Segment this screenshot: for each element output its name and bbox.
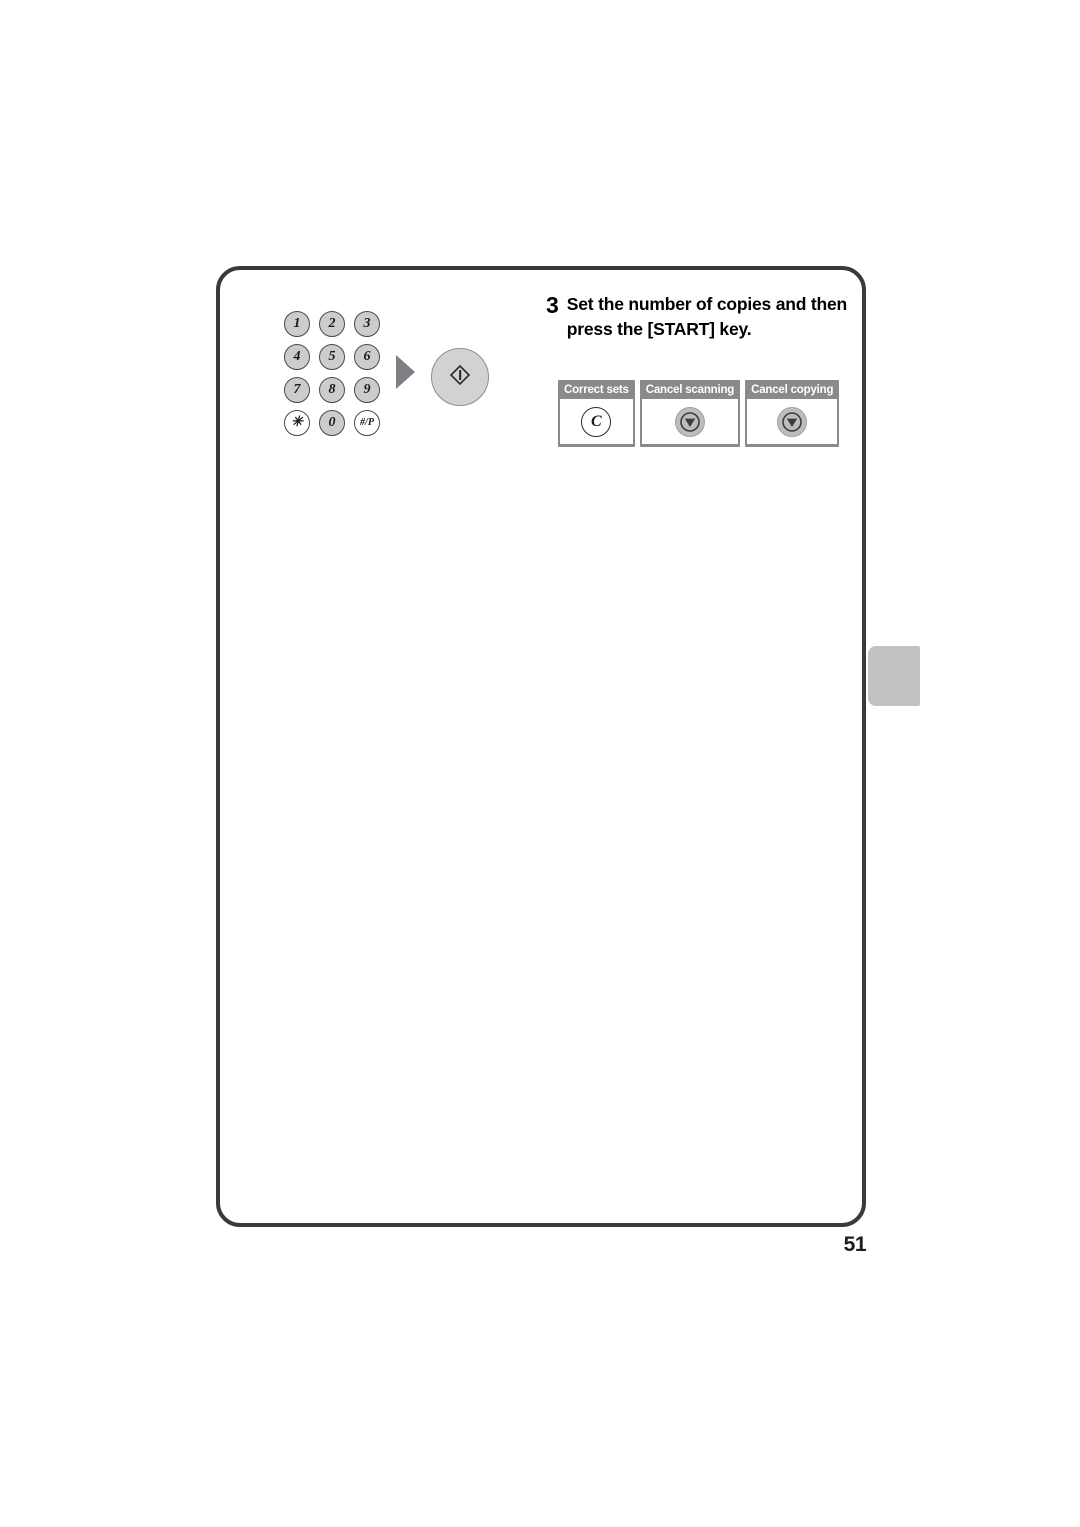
numeric-keypad-illustration: 1 2 3 4 5 6 7 8 9 ✳ 0 #/P — [284, 311, 380, 437]
step-heading: 3 Set the number of copies and then pres… — [546, 292, 858, 342]
keypad-key-3[interactable]: 3 — [354, 311, 380, 337]
function-box-label: Cancel scanning — [645, 384, 735, 396]
keypad-key-asterisk[interactable]: ✳ — [284, 410, 310, 436]
step-number: 3 — [546, 292, 559, 318]
function-box-body — [641, 399, 739, 444]
keypad-key-1[interactable]: 1 — [284, 311, 310, 337]
keypad-key-2[interactable]: 2 — [319, 311, 345, 337]
keypad-key-9[interactable]: 9 — [354, 377, 380, 403]
function-box-label: Correct sets — [564, 384, 629, 396]
function-box-correct-sets: Correct sets C — [558, 380, 635, 447]
step-instruction-text: Set the number of copies and then press … — [566, 294, 848, 339]
keypad-key-4[interactable]: 4 — [284, 344, 310, 370]
stop-icon[interactable] — [777, 406, 808, 437]
function-box-cancel-scanning: Cancel scanning — [639, 380, 741, 447]
function-key-legend: Correct sets C Cancel scanning Cancel co… — [558, 380, 840, 447]
start-diamond-icon — [449, 364, 471, 391]
keypad-key-0[interactable]: 0 — [319, 410, 345, 436]
page-number: 51 — [843, 1233, 867, 1256]
keypad-key-6[interactable]: 6 — [354, 344, 380, 370]
flow-arrow-icon — [396, 355, 415, 389]
function-box-body — [747, 399, 838, 444]
start-button[interactable] — [431, 348, 489, 406]
stop-icon[interactable] — [674, 406, 705, 437]
keypad-key-7[interactable]: 7 — [284, 377, 310, 403]
function-box-label: Cancel copying — [751, 384, 834, 396]
chapter-thumb-tab — [868, 646, 920, 706]
keypad-key-5[interactable]: 5 — [319, 344, 345, 370]
keypad-key-8[interactable]: 8 — [319, 377, 345, 403]
function-box-cancel-copying: Cancel copying — [745, 380, 840, 447]
function-box-body: C — [560, 399, 633, 444]
keypad-key-hash-p[interactable]: #/P — [354, 410, 380, 436]
clear-c-icon[interactable]: C — [581, 406, 612, 437]
